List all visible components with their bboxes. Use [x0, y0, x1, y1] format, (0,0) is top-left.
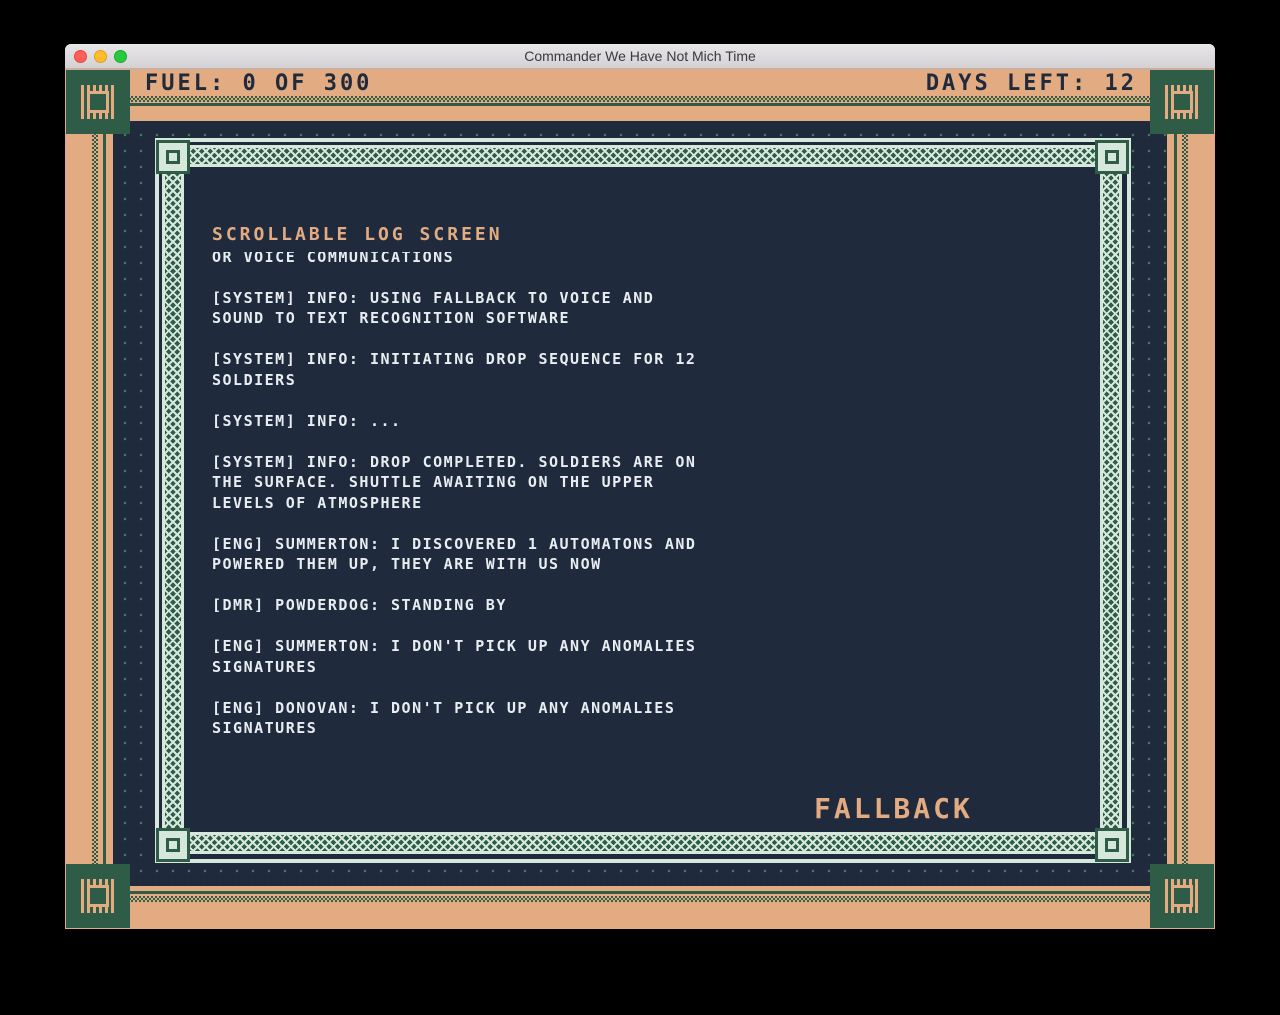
bottom-border-line	[129, 891, 1151, 894]
corner-ornament-icon	[66, 864, 130, 928]
log-entry: [SYSTEM] INFO: ...	[212, 411, 402, 430]
frame-corner-icon	[1095, 140, 1129, 174]
game-canvas: FUEL: 0 OF 300 DAYS LEFT: 12 Scrollable …	[65, 69, 1215, 929]
right-border-pattern	[1182, 133, 1188, 865]
top-border-pattern	[129, 96, 1151, 102]
right-border-line	[1174, 133, 1177, 865]
bottom-border-pattern	[129, 896, 1151, 902]
log-list: [SYSTEM] INFO: WARNING: CANNOT ESTABLISH…	[212, 252, 812, 759]
log-frame-right	[1100, 169, 1122, 829]
log-scroll-area[interactable]: [SYSTEM] INFO: WARNING: CANNOT ESTABLISH…	[205, 252, 905, 772]
fallback-mode-label: FALLBACK	[814, 792, 973, 825]
top-border-line	[129, 103, 1151, 106]
log-frame-top	[175, 145, 1111, 167]
log-entry: [SYSTEM] INFO: USING FALLBACK TO VOICE A…	[212, 288, 655, 328]
left-border-line	[103, 133, 106, 865]
log-entry: [ENG] SUMMERTON: I DISCOVERED 1 AUTOMATO…	[212, 534, 697, 574]
game-window: Commander We Have Not Mich Time FUEL: 0 …	[65, 44, 1215, 929]
log-heading: Scrollable Log Screen	[212, 224, 503, 247]
corner-ornament-icon	[1150, 864, 1214, 928]
left-border-pattern	[92, 133, 98, 865]
log-entry: [ENG] SUMMERTON: I DON'T PICK UP ANY ANO…	[212, 637, 697, 676]
log-frame-left	[162, 169, 184, 829]
frame-corner-icon	[156, 828, 190, 862]
log-entry: [SYSTEM] INFO: DROP COMPLETED. SOLDIERS …	[212, 452, 697, 512]
corner-ornament-icon	[66, 70, 130, 134]
window-title: Commander We Have Not Mich Time	[524, 48, 756, 64]
days-left-counter: DAYS LEFT: 12	[925, 71, 1137, 96]
corner-ornament-icon	[1150, 70, 1214, 134]
log-entry: [SYSTEM] INFO: INITIATING DROP SEQUENCE …	[212, 350, 697, 389]
log-entry: [DMR] POWDERDOG: STANDING BY	[212, 596, 507, 614]
frame-corner-icon	[1095, 828, 1129, 862]
frame-corner-icon	[156, 140, 190, 174]
log-entry: [ENG] DONOVAN: I DON'T PICK UP ANY ANOMA…	[212, 698, 676, 738]
title-bar[interactable]: Commander We Have Not Mich Time	[65, 44, 1215, 69]
log-frame-bottom	[175, 832, 1111, 854]
log-entry: [SYSTEM] INFO: WARNING: CANNOT ESTABLISH…	[212, 252, 455, 266]
fuel-counter: FUEL: 0 OF 300	[145, 71, 373, 96]
